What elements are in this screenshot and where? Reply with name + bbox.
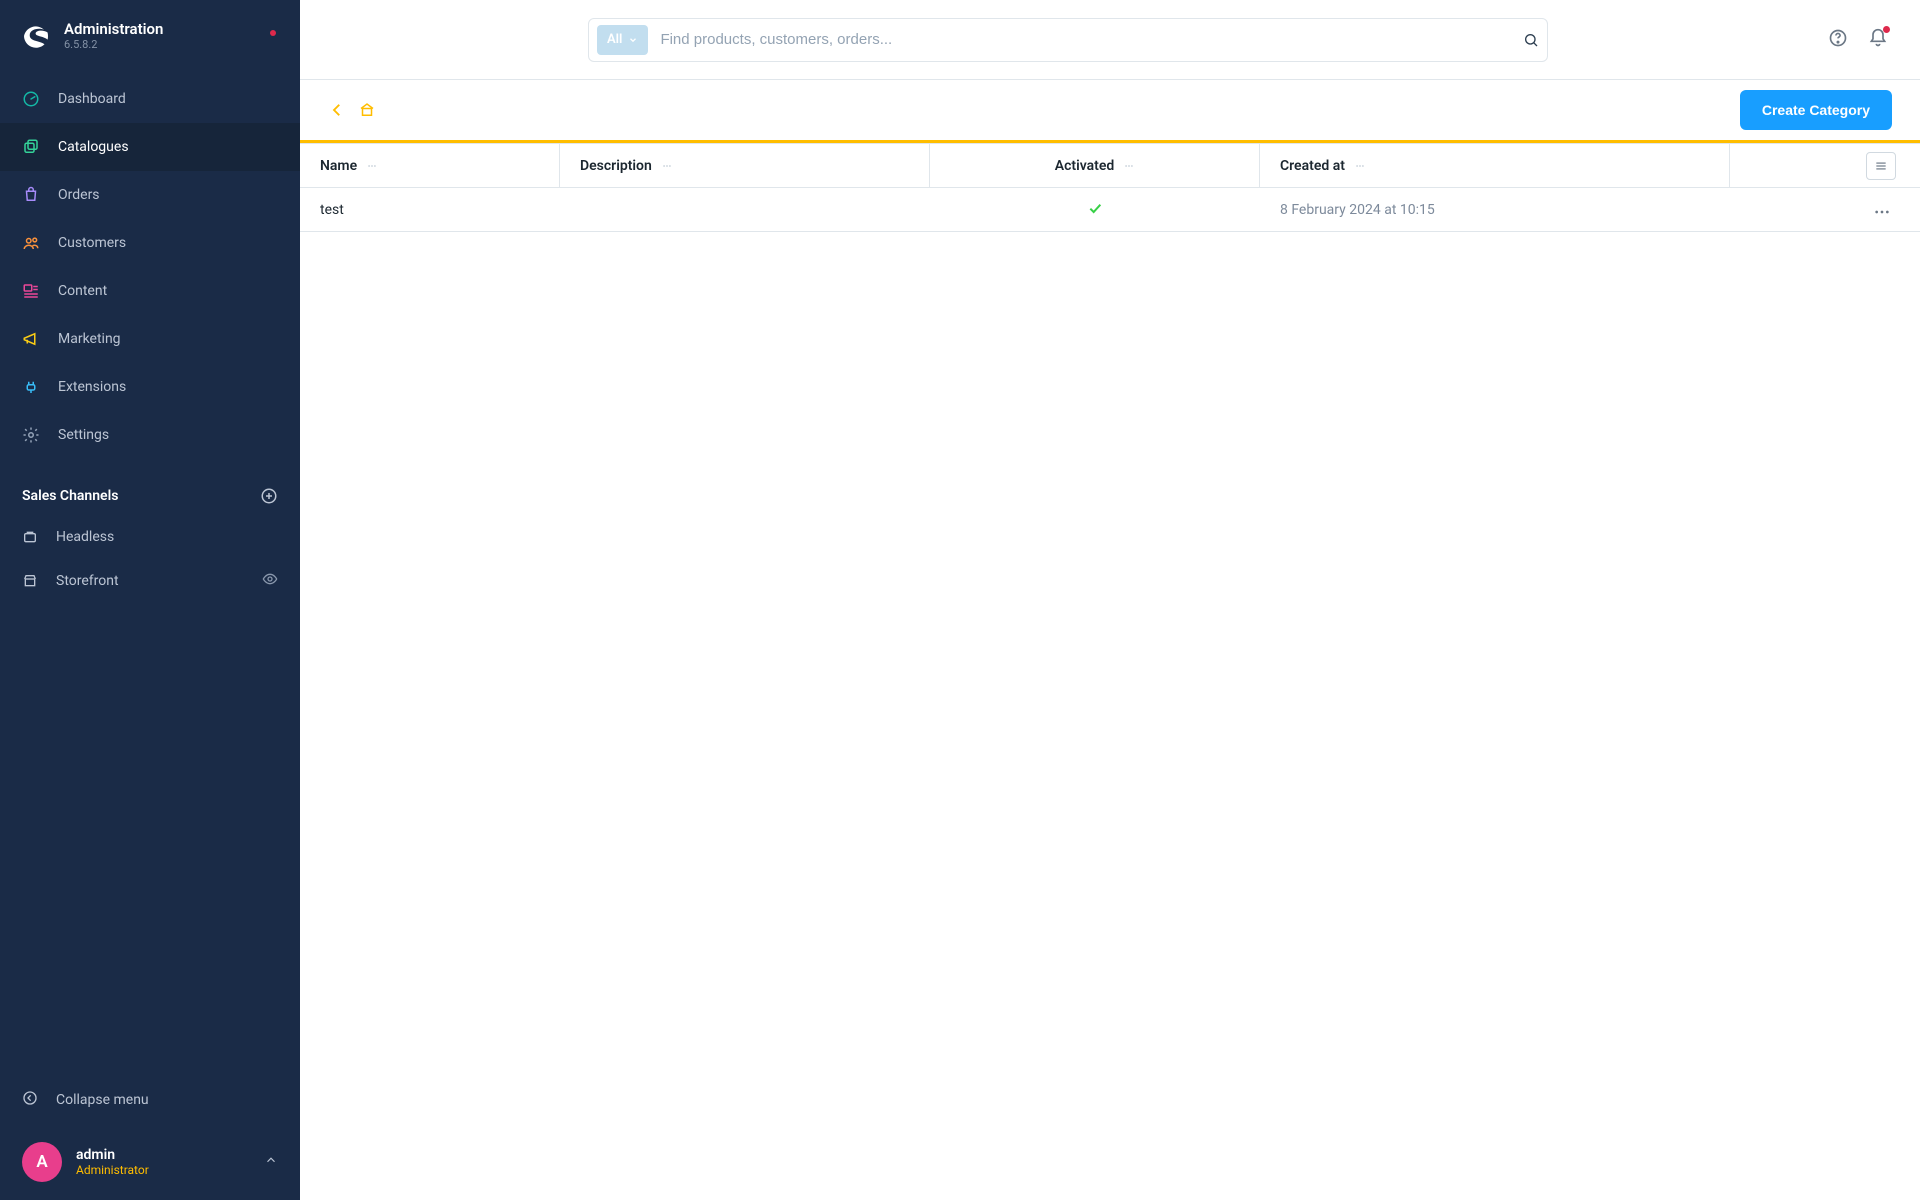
chevron-up-icon xyxy=(264,1153,278,1171)
app-title: Administration xyxy=(64,20,163,38)
table-settings-button[interactable] xyxy=(1866,152,1896,180)
visibility-icon[interactable] xyxy=(262,571,278,591)
column-header-name[interactable]: Name xyxy=(300,144,560,187)
content-icon xyxy=(22,282,40,300)
search-type-selector[interactable]: All xyxy=(597,25,648,55)
column-header-created-at[interactable]: Created at xyxy=(1260,144,1730,187)
main-navigation: Dashboard Catalogues Orders Customers xyxy=(0,71,300,459)
column-menu-icon[interactable] xyxy=(1124,161,1134,171)
nav-label: Content xyxy=(58,283,107,299)
category-root-icon[interactable] xyxy=(358,101,376,119)
app-version: 6.5.8.2 xyxy=(64,38,163,51)
gauge-icon xyxy=(22,90,40,108)
customers-icon xyxy=(22,234,40,252)
nav-item-catalogues[interactable]: Catalogues xyxy=(0,123,300,171)
nav-label: Orders xyxy=(58,187,100,203)
row-context-menu-button[interactable] xyxy=(1874,202,1890,218)
plug-icon xyxy=(22,378,40,396)
collapse-label: Collapse menu xyxy=(56,1092,149,1108)
nav-item-settings[interactable]: Settings xyxy=(0,411,300,459)
nav-label: Catalogues xyxy=(58,139,129,155)
api-icon xyxy=(22,529,38,545)
megaphone-icon xyxy=(22,330,40,348)
column-label: Name xyxy=(320,158,357,174)
column-label: Created at xyxy=(1280,158,1345,174)
nav-item-marketing[interactable]: Marketing xyxy=(0,315,300,363)
content-actions-bar: Create Category xyxy=(300,80,1920,140)
notifications-button[interactable] xyxy=(1868,28,1888,52)
nav-label: Customers xyxy=(58,235,126,251)
nav-item-content[interactable]: Content xyxy=(0,267,300,315)
orders-icon xyxy=(22,186,40,204)
gear-icon xyxy=(22,426,40,444)
cell-value: test xyxy=(320,202,344,218)
categories-table: Name Description Activated xyxy=(300,143,1920,232)
column-header-description[interactable]: Description xyxy=(560,144,930,187)
sales-channels-heading: Sales Channels xyxy=(0,459,300,515)
channel-label: Headless xyxy=(56,529,114,545)
table-header: Name Description Activated xyxy=(300,144,1920,188)
cell-created-at: 8 February 2024 at 10:15 xyxy=(1260,188,1730,231)
avatar: A xyxy=(22,1142,62,1182)
sales-channel-headless[interactable]: Headless xyxy=(0,515,300,559)
user-name: admin xyxy=(76,1147,149,1163)
top-bar: All xyxy=(300,0,1920,80)
chevron-left-circle-icon xyxy=(22,1090,38,1110)
user-menu[interactable]: A admin Administrator xyxy=(0,1124,300,1200)
cell-value: 8 February 2024 at 10:15 xyxy=(1280,202,1435,218)
nav-item-extensions[interactable]: Extensions xyxy=(0,363,300,411)
nav-label: Settings xyxy=(58,427,109,443)
nav-label: Dashboard xyxy=(58,91,126,107)
sales-channel-storefront[interactable]: Storefront xyxy=(0,559,300,603)
column-label: Description xyxy=(580,158,652,174)
search-input[interactable] xyxy=(658,30,1513,49)
table-row[interactable]: test 8 February 2024 at 10:15 xyxy=(300,188,1920,232)
cell-actions xyxy=(1730,188,1920,231)
cell-activated xyxy=(930,188,1260,231)
nav-item-customers[interactable]: Customers xyxy=(0,219,300,267)
help-button[interactable] xyxy=(1828,28,1848,52)
sidebar: Administration 6.5.8.2 Dashboard Catalog… xyxy=(0,0,300,1200)
back-button[interactable] xyxy=(328,101,346,119)
column-settings xyxy=(1730,144,1920,187)
create-category-button[interactable]: Create Category xyxy=(1740,90,1892,130)
user-role: Administrator xyxy=(76,1163,149,1177)
create-button-label: Create Category xyxy=(1762,102,1870,118)
main-content: All xyxy=(300,0,1920,1200)
collapse-menu-button[interactable]: Collapse menu xyxy=(0,1076,300,1124)
avatar-initial: A xyxy=(36,1152,47,1172)
search-button[interactable] xyxy=(1523,32,1539,48)
sidebar-header: Administration 6.5.8.2 xyxy=(0,0,300,71)
global-search: All xyxy=(588,18,1548,62)
search-type-label: All xyxy=(607,32,622,47)
cell-description xyxy=(560,188,930,231)
catalogues-icon xyxy=(22,138,40,156)
update-indicator-dot xyxy=(270,30,276,36)
column-header-activated[interactable]: Activated xyxy=(930,144,1260,187)
nav-label: Extensions xyxy=(58,379,126,395)
column-menu-icon[interactable] xyxy=(662,161,672,171)
channel-label: Storefront xyxy=(56,573,119,589)
shopware-logo-icon xyxy=(22,22,50,50)
sales-channels-heading-label: Sales Channels xyxy=(22,488,118,504)
nav-item-dashboard[interactable]: Dashboard xyxy=(0,75,300,123)
check-icon xyxy=(1087,200,1103,220)
add-sales-channel-button[interactable] xyxy=(260,487,278,505)
column-menu-icon[interactable] xyxy=(367,161,377,171)
cell-name: test xyxy=(300,188,560,231)
chevron-down-icon xyxy=(628,35,638,45)
storefront-icon xyxy=(22,573,38,589)
column-menu-icon[interactable] xyxy=(1355,161,1365,171)
nav-label: Marketing xyxy=(58,331,121,347)
column-label: Activated xyxy=(1055,158,1115,174)
notification-dot xyxy=(1883,26,1890,33)
nav-item-orders[interactable]: Orders xyxy=(0,171,300,219)
